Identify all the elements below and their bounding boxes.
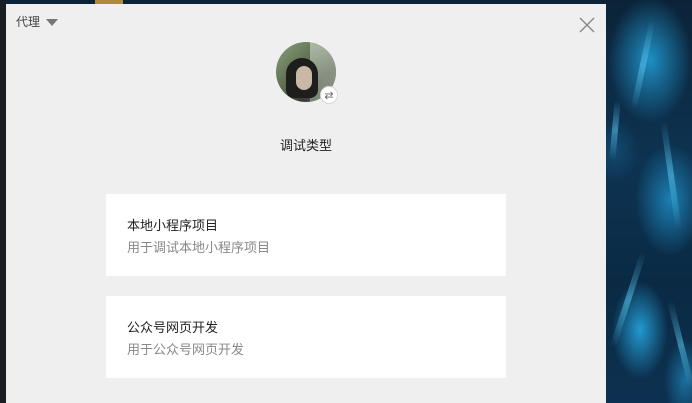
option-title: 公众号网页开发 <box>127 321 219 336</box>
option-description: 用于调试本地小程序项目 <box>127 241 271 256</box>
proxy-menu[interactable]: 代理 <box>16 13 59 30</box>
wallpaper-streak <box>609 251 647 349</box>
close-button[interactable] <box>578 16 596 34</box>
proxy-menu-label: 代理 <box>16 15 41 29</box>
page-title: 调试类型 <box>279 139 332 154</box>
avatar-photo-face <box>296 66 312 90</box>
caret-down-icon <box>46 18 59 26</box>
option-title: 本地小程序项目 <box>127 219 219 234</box>
wallpaper-streak <box>630 20 656 110</box>
switch-account-icon[interactable]: ⇄ <box>320 86 338 104</box>
devtools-login-window: 代理 ⇄ 调试类型 本地小程序项目 用于调试本地小程序项目 公众号网页开发 用于… <box>6 4 606 403</box>
wallpaper-streak <box>609 99 621 161</box>
close-icon <box>579 17 595 33</box>
debug-type-option-miniprogram[interactable]: 本地小程序项目 用于调试本地小程序项目 <box>106 194 506 276</box>
wallpaper-streak <box>660 120 682 230</box>
user-avatar-container: ⇄ <box>276 42 338 104</box>
wallpaper-streak <box>667 300 692 390</box>
option-description: 用于公众号网页开发 <box>127 343 245 358</box>
debug-type-option-official-account-web[interactable]: 公众号网页开发 用于公众号网页开发 <box>106 296 506 378</box>
